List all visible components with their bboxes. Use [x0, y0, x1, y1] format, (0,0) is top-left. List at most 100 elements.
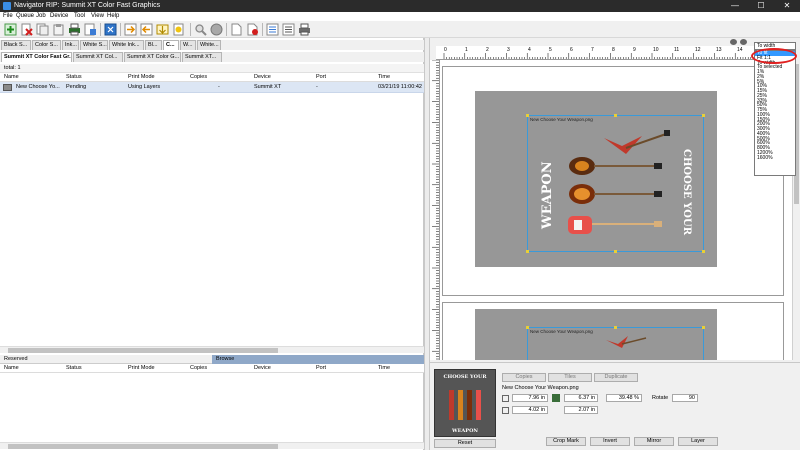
queue-tab[interactable]: Color S...: [32, 40, 61, 50]
resize-handle[interactable]: [702, 114, 705, 117]
col-time[interactable]: Time: [378, 73, 390, 82]
close-button[interactable]: ✕: [774, 0, 800, 12]
resize-handle[interactable]: [702, 250, 705, 253]
menu-tool[interactable]: Tool: [74, 12, 85, 21]
move-down-icon[interactable]: [140, 23, 153, 36]
job-properties-icon[interactable]: [172, 23, 185, 36]
paste-icon[interactable]: [52, 23, 65, 36]
resize-handle[interactable]: [614, 114, 617, 117]
lock-ratio-icon[interactable]: [552, 394, 560, 402]
device-tab[interactable]: Summit XT Col...: [73, 52, 123, 62]
device-tab[interactable]: Summit XT Color G...: [124, 52, 181, 62]
col-time[interactable]: Time: [378, 364, 390, 373]
list-view-icon[interactable]: [266, 23, 279, 36]
document-icon[interactable]: [230, 23, 243, 36]
zoom-dropdown-list[interactable]: To fit Fit 1:1 To width To selected 1% 2…: [754, 50, 796, 176]
print-canvas[interactable]: New Choose Your Weapon.png WEAPON CHOOSE…: [440, 60, 792, 360]
delete-job-icon[interactable]: [20, 23, 33, 36]
mirror-button[interactable]: Mirror: [634, 437, 674, 446]
scroll-thumb[interactable]: [8, 444, 278, 449]
queue-tab[interactable]: W...: [180, 40, 196, 50]
artwork-copy[interactable]: New Choose Your Weapon.png: [475, 309, 717, 360]
print-settings-icon[interactable]: [84, 23, 97, 36]
table-row[interactable]: New Choose Yo... Pending Using Layers - …: [0, 82, 424, 93]
scroll-thumb[interactable]: [8, 348, 278, 353]
width-field[interactable]: 7.96 in: [512, 394, 548, 402]
nav-back-icon[interactable]: [730, 39, 737, 45]
queue-tab[interactable]: White...: [197, 40, 221, 50]
artwork[interactable]: New Choose Your Weapon.png WEAPON CHOOSE…: [475, 91, 717, 267]
job-list-hscrollbar[interactable]: [0, 346, 424, 353]
reset-button[interactable]: Reset: [434, 439, 496, 448]
rip-icon[interactable]: [104, 23, 117, 36]
fast-print-icon[interactable]: [246, 23, 259, 36]
col-device[interactable]: Device: [254, 364, 271, 373]
resize-handle[interactable]: [614, 326, 617, 329]
job-thumbnail-preview: CHOOSE YOUR WEAPON: [434, 369, 496, 437]
resize-handle[interactable]: [526, 250, 529, 253]
col-name[interactable]: Name: [4, 73, 19, 82]
menu-queue[interactable]: Queue: [16, 12, 34, 21]
layer-button[interactable]: Layer: [678, 437, 718, 446]
x-position-field[interactable]: 4.02 in: [512, 406, 548, 414]
height-field[interactable]: 6.37 in: [564, 394, 598, 402]
properties-filename: New Choose Your Weapon.png: [502, 385, 579, 391]
queue-tab[interactable]: White S...: [80, 40, 108, 50]
export-icon[interactable]: [156, 23, 169, 36]
col-name[interactable]: Name: [4, 364, 19, 373]
menu-device[interactable]: Device: [50, 12, 68, 21]
move-up-icon[interactable]: [124, 23, 137, 36]
stop-icon[interactable]: [210, 23, 223, 36]
resize-handle[interactable]: [702, 326, 705, 329]
preview-icon[interactable]: [194, 23, 207, 36]
col-device[interactable]: Device: [254, 73, 271, 82]
art-filename: New Choose Your Weapon.png: [530, 117, 593, 122]
col-status[interactable]: Status: [66, 73, 82, 82]
lower-list-hscrollbar[interactable]: [0, 442, 424, 449]
invert-button[interactable]: Invert: [590, 437, 630, 446]
tab-copies[interactable]: Copies: [502, 373, 546, 382]
menu-file[interactable]: File: [3, 12, 13, 21]
printer-icon[interactable]: [298, 23, 311, 36]
queue-tab[interactable]: Black S...: [1, 40, 31, 50]
tab-reserved[interactable]: Reserved: [2, 355, 210, 364]
tab-browse[interactable]: Browse: [212, 355, 424, 364]
resize-handle[interactable]: [526, 114, 529, 117]
queue-tab[interactable]: Bl...: [145, 40, 162, 50]
minimize-button[interactable]: —: [722, 0, 748, 12]
menu-bar: File Queue Job Device Tool View Help: [0, 12, 800, 21]
tab-tiles[interactable]: Tiles: [548, 373, 592, 382]
zoom-option[interactable]: 1600%: [755, 155, 795, 161]
scale-field[interactable]: 39.48 %: [606, 394, 642, 402]
col-port[interactable]: Port: [316, 73, 326, 82]
title-bar: Navigator RIP: Summit XT Color Fast Grap…: [0, 0, 800, 12]
nav-forward-icon[interactable]: [740, 39, 747, 45]
queue-tab[interactable]: White Ink...: [109, 40, 144, 50]
print-icon[interactable]: [68, 23, 81, 36]
menu-view[interactable]: View: [91, 12, 104, 21]
device-tab-active[interactable]: Summit XT Color Fast Gr...: [1, 52, 72, 62]
col-status[interactable]: Status: [66, 364, 82, 373]
device-tab[interactable]: Summit XT...: [182, 52, 222, 62]
copy-icon[interactable]: [36, 23, 49, 36]
col-copies[interactable]: Copies: [190, 73, 207, 82]
selection-box[interactable]: New Choose Your Weapon.png WEAPON CHOOSE…: [526, 114, 705, 253]
maximize-button[interactable]: ☐: [748, 0, 774, 12]
guitars-illustration: [568, 130, 670, 234]
col-print-mode[interactable]: Print Mode: [128, 364, 155, 373]
queue-icon[interactable]: [282, 23, 295, 36]
col-print-mode[interactable]: Print Mode: [128, 73, 155, 82]
menu-help[interactable]: Help: [107, 12, 119, 21]
queue-tab[interactable]: Ink...: [62, 40, 79, 50]
rotate-select[interactable]: 90: [672, 394, 698, 402]
col-copies[interactable]: Copies: [190, 364, 207, 373]
queue-tab-active[interactable]: C...: [163, 40, 179, 50]
selection-box[interactable]: New Choose Your Weapon.png: [526, 326, 705, 360]
menu-job[interactable]: Job: [36, 12, 46, 21]
col-port[interactable]: Port: [316, 364, 326, 373]
resize-handle[interactable]: [526, 326, 529, 329]
crop-mark-button[interactable]: Crop Mark: [546, 437, 586, 446]
add-job-icon[interactable]: [4, 23, 17, 36]
y-position-field[interactable]: 2.07 in: [564, 406, 598, 414]
tab-duplicate[interactable]: Duplicate: [594, 373, 638, 382]
